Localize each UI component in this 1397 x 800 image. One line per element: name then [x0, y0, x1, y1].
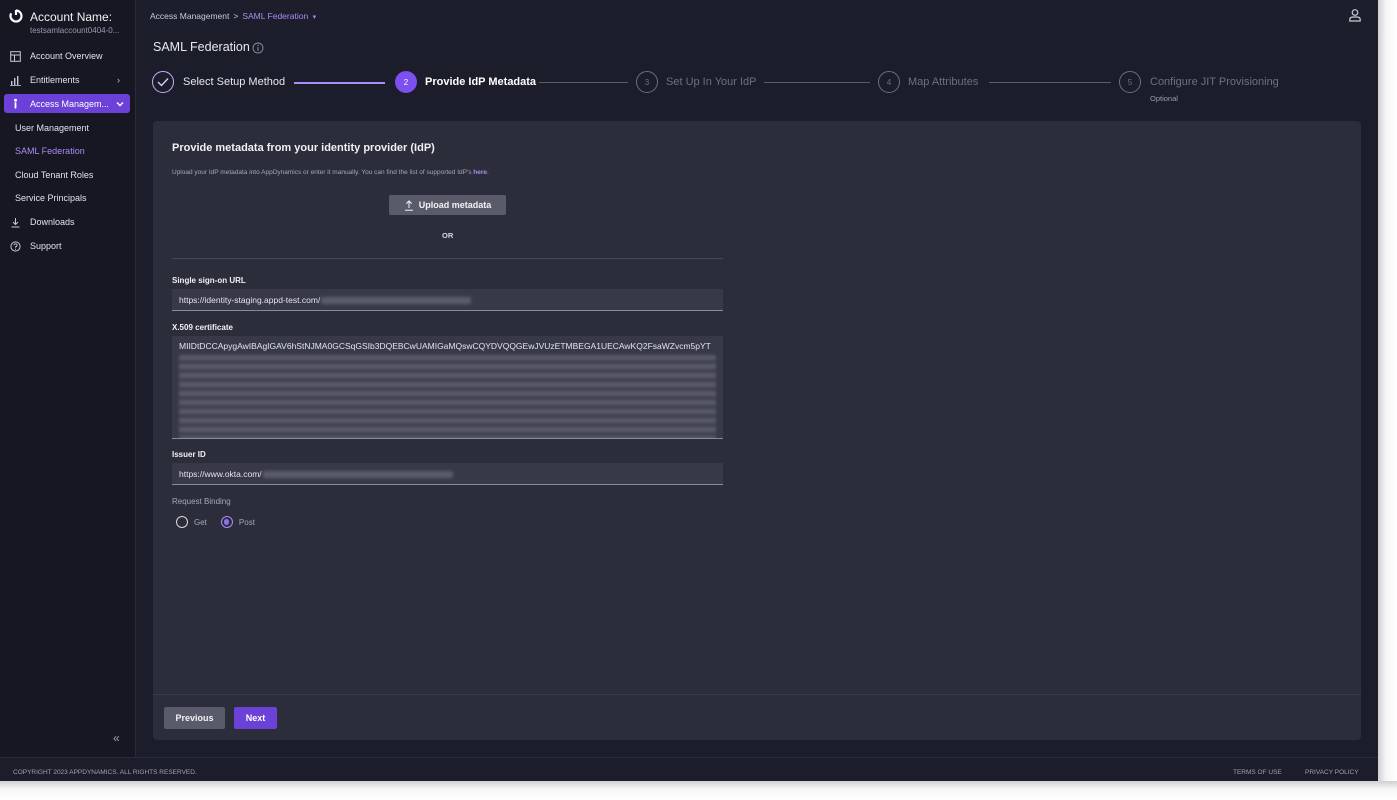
upload-icon: [404, 199, 413, 211]
sidebar-item-access-management[interactable]: Access Managem...: [4, 94, 130, 113]
issuer-id-input[interactable]: https://www.okta.com/: [172, 463, 723, 485]
step-1-check-icon[interactable]: [152, 71, 174, 93]
upload-metadata-label: Upload metadata: [418, 200, 492, 210]
sidebar-item-saml-federation[interactable]: SAML Federation: [0, 140, 136, 164]
section-divider: [172, 258, 723, 259]
supported-idps-link[interactable]: here: [473, 169, 487, 176]
binding-option-get[interactable]: Get: [176, 516, 207, 528]
page-footer: COPYRIGHT 2023 APPDYNAMICS. ALL RIGHTS R…: [0, 757, 1378, 781]
issuer-id-label: Issuer ID: [172, 450, 206, 459]
step-3-number: 3: [636, 71, 658, 93]
step-connector: [294, 82, 385, 84]
sidebar-item-user-management[interactable]: User Management: [0, 116, 136, 140]
previous-button[interactable]: Previous: [164, 707, 225, 729]
info-icon[interactable]: [252, 42, 264, 54]
chevron-down-icon: [116, 99, 124, 109]
step-connector: [989, 82, 1111, 83]
breadcrumb-separator: >: [233, 11, 239, 21]
card-title: Provide metadata from your identity prov…: [172, 142, 435, 154]
breadcrumb-current[interactable]: SAML Federation: [242, 11, 308, 21]
metadata-card: Provide metadata from your identity prov…: [153, 121, 1361, 740]
sidebar-item-service-principals[interactable]: Service Principals: [0, 187, 136, 211]
step-connector: [539, 82, 628, 83]
or-divider-label: OR: [442, 231, 454, 240]
download-icon: [10, 217, 21, 228]
step-2-number[interactable]: 2: [395, 71, 417, 93]
card-description: Upload your IdP metadata into AppDynamic…: [172, 169, 489, 176]
page-title: SAML Federation: [153, 40, 250, 54]
step-5-number: 5: [1119, 71, 1141, 93]
certificate-textarea[interactable]: MIIDtDCCApygAwIBAgIGAV6hStNJMA0GCSqGSIb3…: [172, 336, 723, 439]
sidebar-nav: Account Overview Entitlements › Access M…: [0, 44, 136, 258]
step-2-label[interactable]: Provide IdP Metadata: [425, 76, 536, 88]
step-4-number: 4: [878, 71, 900, 93]
app-window: Account Name: testsamlaccount0404-0... A…: [0, 0, 1378, 781]
radio-get-label: Get: [194, 517, 207, 527]
sidebar-item-label: Account Overview: [30, 51, 103, 61]
window-shadow-right: [1378, 0, 1397, 800]
account-id: testsamlaccount0404-0...: [30, 26, 120, 35]
sidebar-item-label: Access Managem...: [30, 98, 110, 109]
step-3-label: Set Up In Your IdP: [666, 76, 757, 88]
sidebar-item-label: Downloads: [30, 217, 75, 227]
sso-url-input[interactable]: https://identity-staging.appd-test.com/: [172, 289, 723, 311]
radio-post[interactable]: [220, 516, 233, 528]
sidebar-item-entitlements[interactable]: Entitlements ›: [0, 68, 136, 92]
sidebar-item-label: Support: [30, 241, 62, 251]
sidebar-item-downloads[interactable]: Downloads: [0, 210, 136, 234]
privacy-policy-link[interactable]: PRIVACY POLICY: [1305, 769, 1359, 776]
certificate-value: MIIDtDCCApygAwIBAgIGAV6hStNJMA0GCSqGSIb3…: [179, 341, 711, 351]
caret-down-icon[interactable]: ▾: [313, 14, 317, 21]
bar-chart-icon: [10, 75, 21, 86]
appdynamics-logo-icon: [9, 9, 23, 23]
sso-url-value: https://identity-staging.appd-test.com/: [179, 295, 321, 305]
step-4-label: Map Attributes: [908, 76, 979, 88]
terms-of-use-link[interactable]: TERMS OF USE: [1233, 769, 1282, 776]
redacted-text: [262, 471, 453, 479]
sidebar-item-account-overview[interactable]: Account Overview: [0, 44, 136, 68]
certificate-label: X.509 certificate: [172, 323, 233, 332]
breadcrumb: Access Management > SAML Federation ▾: [150, 11, 316, 21]
next-button[interactable]: Next: [234, 707, 277, 729]
radio-post-label: Post: [238, 517, 255, 527]
help-icon: [10, 240, 21, 252]
user-profile-icon[interactable]: [1348, 8, 1362, 22]
step-5-label: Configure JIT Provisioning: [1150, 76, 1279, 88]
step-5-optional: Optional: [1150, 94, 1178, 103]
setup-stepper: Select Setup Method 2 Provide IdP Metada…: [152, 70, 1352, 106]
chevron-right-icon: ›: [117, 75, 120, 85]
sidebar-item-cloud-tenant-roles[interactable]: Cloud Tenant Roles: [0, 163, 136, 187]
sidebar: Account Name: testsamlaccount0404-0... A…: [0, 0, 136, 757]
request-binding-group: Get Post: [176, 516, 269, 528]
sidebar-item-support[interactable]: Support: [0, 234, 136, 258]
step-1-label[interactable]: Select Setup Method: [183, 76, 285, 88]
copyright-text: COPYRIGHT 2023 APPDYNAMICS. ALL RIGHTS R…: [13, 769, 197, 776]
card-description-text: Upload your IdP metadata into AppDynamic…: [172, 169, 474, 176]
sso-url-label: Single sign-on URL: [172, 276, 246, 285]
binding-option-post[interactable]: Post: [220, 516, 255, 528]
card-description-end: .: [487, 169, 489, 176]
redacted-certificate: [179, 355, 716, 438]
upload-metadata-button[interactable]: Upload metadata: [389, 195, 506, 215]
radio-get[interactable]: [176, 516, 188, 528]
person-icon: [10, 98, 21, 109]
window-shadow-bottom: [0, 781, 1397, 800]
collapse-sidebar-icon[interactable]: «: [113, 731, 120, 745]
redacted-text: [321, 297, 472, 305]
sidebar-item-label: Entitlements: [30, 75, 80, 85]
step-connector: [764, 82, 870, 83]
card-footer-divider: [153, 694, 1361, 695]
request-binding-label: Request Binding: [172, 497, 231, 506]
overview-icon: [10, 50, 21, 62]
top-bar: Access Management > SAML Federation ▾: [136, 0, 1378, 32]
breadcrumb-parent[interactable]: Access Management: [150, 11, 229, 21]
issuer-id-value: https://www.okta.com/: [179, 469, 262, 479]
account-title: Account Name:: [30, 10, 113, 24]
